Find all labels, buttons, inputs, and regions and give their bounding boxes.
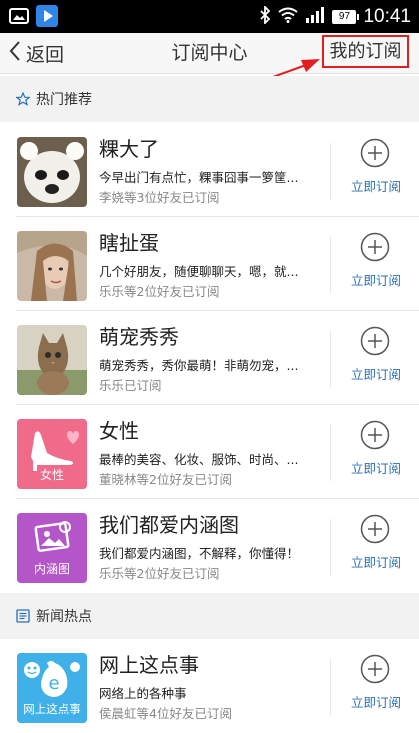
item-title: 网上这点事	[99, 653, 199, 677]
item-description: 几个好朋友，随便聊聊天，嗯，就...	[99, 264, 299, 279]
svg-text:e: e	[48, 673, 59, 694]
list-item[interactable]: 内涵图 我们都爱内涵图 我们都爱内涵图，不解释，你懂得！ 乐乐等2位好友已订阅 …	[0, 499, 419, 593]
neihan-thumbnail: 内涵图	[17, 513, 87, 583]
subscribe-label: 立即订阅	[350, 273, 401, 288]
section-header-news: 新闻热点	[0, 593, 419, 639]
thumb-caption: 内涵图	[33, 562, 70, 576]
back-label: 返回	[26, 43, 65, 66]
divider	[330, 331, 331, 387]
status-bar: 97 10:41	[0, 0, 419, 33]
item-friends-meta: 乐乐已订阅	[99, 378, 162, 393]
item-description: 今早出门有点忙，粿事囧事一箩筐...	[99, 170, 299, 185]
thumb-caption: 女性	[39, 468, 64, 482]
subscribe-button[interactable]: 立即订阅	[340, 514, 412, 578]
subscribe-button[interactable]: 立即订阅	[340, 326, 412, 390]
subscribe-button[interactable]: 立即订阅	[340, 232, 412, 296]
plus-circle-icon	[360, 138, 390, 168]
subscribe-label: 立即订阅	[350, 367, 401, 382]
item-title: 萌宠秀秀	[99, 325, 179, 349]
list-item[interactable]: 瞎扯蛋 几个好朋友，随便聊聊天，嗯，就... 乐乐等2位好友已订阅 立即订阅	[0, 217, 419, 311]
girl-photo-thumbnail	[17, 231, 87, 301]
divider	[330, 425, 331, 481]
list-item[interactable]: 粿大了 今早出门有点忙，粿事囧事一箩筐... 李娆等3位好友已订阅 立即订阅	[0, 123, 419, 217]
item-friends-meta: 侯晨虹等4位好友已订阅	[99, 706, 232, 721]
plus-circle-icon	[360, 654, 390, 684]
item-title: 粿大了	[99, 137, 159, 161]
newspaper-icon	[16, 609, 30, 623]
chevron-left-icon	[8, 40, 22, 67]
item-friends-meta: 乐乐等2位好友已订阅	[99, 566, 220, 581]
list-item[interactable]: e 网上这点事 网上这点事 网络上的各种事 侯晨虹等4位好友已订阅 立即订阅	[0, 639, 419, 733]
plus-circle-icon	[360, 514, 390, 544]
item-description: 网络上的各种事	[99, 686, 187, 701]
item-friends-meta: 董晓林等2位好友已订阅	[99, 472, 232, 487]
subscribe-button[interactable]: 立即订阅	[340, 654, 412, 718]
item-description: 最棒的美容、化妆、服饰、时尚、...	[99, 452, 299, 467]
star-outline-icon	[16, 92, 30, 106]
list-item[interactable]: 女性 女性 最棒的美容、化妆、服饰、时尚、... 董晓林等2位好友已订阅 立即订…	[0, 405, 419, 499]
section-header-hot: 热门推荐	[0, 76, 419, 122]
bluetooth-icon	[259, 4, 271, 28]
plus-circle-icon	[360, 232, 390, 262]
play-notification-icon	[36, 5, 58, 27]
section-label: 新闻热点	[36, 609, 92, 625]
item-title: 女性	[99, 419, 139, 443]
panda-thumbnail	[17, 137, 87, 207]
item-title: 我们都爱内涵图	[99, 513, 239, 537]
divider	[330, 237, 331, 293]
item-description: 萌宠秀秀，秀你最萌！非萌勿宠，...	[99, 358, 299, 373]
title-bar: 返回 订阅中心 我的订阅	[0, 33, 419, 74]
female-thumbnail: 女性	[17, 419, 87, 489]
divider	[330, 659, 331, 715]
subscribe-button[interactable]: 立即订阅	[340, 138, 412, 202]
item-title: 瞎扯蛋	[99, 231, 159, 255]
plus-circle-icon	[360, 326, 390, 356]
battery-icon: 97	[332, 9, 360, 24]
section-label: 热门推荐	[36, 92, 92, 108]
web-news-thumbnail: e 网上这点事	[17, 653, 87, 723]
gallery-notification-icon	[8, 5, 30, 27]
divider	[330, 519, 331, 575]
plus-circle-icon	[360, 420, 390, 450]
subscribe-label: 立即订阅	[350, 695, 401, 710]
thumb-caption: 网上这点事	[23, 702, 81, 716]
divider	[330, 143, 331, 199]
item-friends-meta: 李娆等3位好友已订阅	[99, 190, 220, 205]
subscribe-label: 立即订阅	[350, 461, 401, 476]
subscribe-button[interactable]: 立即订阅	[340, 420, 412, 484]
wifi-icon	[278, 7, 299, 27]
my-subscriptions-button[interactable]: 我的订阅	[322, 35, 409, 68]
clock: 10:41	[363, 5, 411, 27]
subscribe-label: 立即订阅	[350, 555, 401, 570]
item-friends-meta: 乐乐等2位好友已订阅	[99, 284, 220, 299]
back-button[interactable]: 返回	[8, 33, 64, 73]
item-description: 我们都爱内涵图，不解释，你懂得！	[99, 546, 300, 561]
subscribe-label: 立即订阅	[350, 179, 401, 194]
signal-icon	[305, 6, 325, 27]
kitten-thumbnail	[17, 325, 87, 395]
list-item[interactable]: 萌宠秀秀 萌宠秀秀，秀你最萌！非萌勿宠，... 乐乐已订阅 立即订阅	[0, 311, 419, 405]
